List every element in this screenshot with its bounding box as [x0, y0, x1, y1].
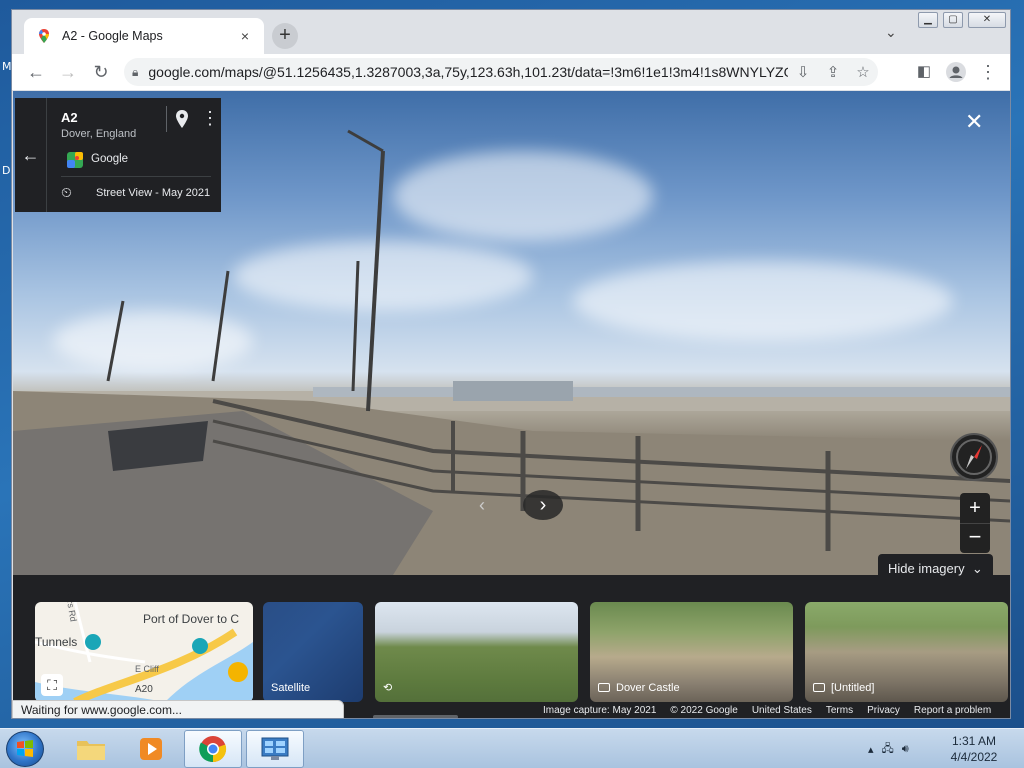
network-icon[interactable]: 🖧︎ — [882, 740, 894, 759]
tab-close-icon[interactable]: × — [236, 28, 254, 44]
divider — [61, 176, 211, 177]
copyright: © 2022 Google — [670, 705, 738, 716]
new-tab-button[interactable]: + — [272, 23, 298, 49]
street-view-info-card: ← A2 Dover, England ⋮ Google ⏲ Street Vi… — [15, 98, 221, 212]
show-hidden-icons-icon[interactable]: ▴ — [868, 743, 874, 756]
clock-time: 1:31 AM — [951, 734, 997, 748]
map-thumbnail[interactable]: Port of Dover to C Tunnels E Cliff A20 r… — [35, 602, 253, 702]
maps-footer: Image capture: May 2021 © 2022 Google Un… — [541, 702, 998, 718]
address-bar[interactable]: 🔒︎ google.com/maps/@51.1256435,1.3287003… — [124, 58, 878, 86]
compass-icon[interactable] — [950, 433, 998, 481]
clock-date: 4/4/2022 — [950, 750, 998, 764]
start-button[interactable] — [6, 731, 44, 767]
place-title: A2 — [61, 110, 78, 125]
forward-arrow-icon[interactable]: → — [54, 54, 82, 90]
map-label: Tunnels — [35, 635, 78, 649]
privacy-link[interactable]: Privacy — [867, 705, 900, 718]
reload-icon[interactable]: ↻ — [87, 54, 115, 90]
360-icon: ⟲ — [383, 682, 393, 694]
maximize-button[interactable]: ▢ — [943, 12, 963, 28]
photo-thumbnail-dover-castle[interactable]: Dover Castle — [590, 602, 793, 702]
system-tray: ▴ 🖧︎ 🔊︎ — [868, 729, 909, 768]
photo-label: Dover Castle — [616, 682, 680, 694]
side-panel-icon[interactable]: ◧ — [910, 54, 938, 90]
tab-title: A2 - Google Maps — [62, 29, 163, 43]
map-label: E Cliff — [135, 664, 159, 674]
history-clock-icon[interactable]: ⏲ — [61, 184, 72, 201]
hide-imagery-button[interactable]: Hide imagery ⌄ — [878, 554, 993, 584]
chevron-down-icon: ⌄ — [968, 561, 983, 576]
imagery-scrollbar[interactable] — [373, 715, 458, 718]
map-label: Port of Dover to C — [143, 612, 240, 626]
image-capture-date: Image capture: May 2021 — [543, 705, 657, 716]
camera-icon — [813, 683, 825, 692]
zoom-out-button[interactable]: − — [960, 523, 990, 553]
media-player-icon[interactable] — [122, 730, 180, 768]
install-app-icon[interactable]: ⇩ — [788, 63, 818, 81]
report-problem-link[interactable]: Report a problem — [914, 705, 991, 718]
bookmark-star-icon[interactable]: ☆ — [848, 63, 878, 81]
menu-kebab-icon[interactable]: ⋮ — [974, 54, 1002, 90]
back-arrow-icon[interactable]: ← — [15, 98, 47, 212]
photo-label: [Untitled] — [831, 682, 875, 694]
desktop-icon-label: D — [2, 164, 11, 177]
satellite-thumbnail[interactable]: Satellite — [263, 602, 363, 702]
control-panel-taskbar-button[interactable] — [246, 730, 304, 768]
close-window-button[interactable]: ✕ — [968, 12, 1006, 28]
url-text[interactable]: google.com/maps/@51.1256435,1.3287003,3a… — [148, 64, 788, 80]
previous-arrow-icon[interactable]: ‹ — [468, 491, 496, 519]
file-explorer-icon[interactable] — [62, 730, 120, 768]
maps-content: ← A2 Dover, England ⋮ Google ⏲ Street Vi… — [13, 91, 1010, 718]
location-pin-icon[interactable] — [175, 110, 189, 128]
chrome-icon — [199, 736, 227, 763]
street-view-thumbnail[interactable]: ⟲ — [375, 602, 578, 702]
divider — [166, 106, 167, 132]
tab-strip: A2 - Google Maps × + ⌄ ▁ ▢ ✕ — [12, 10, 1010, 54]
volume-icon[interactable]: 🔊︎ — [902, 743, 909, 756]
clock[interactable]: 1:31 AM 4/4/2022 — [946, 733, 1002, 765]
map-label: A20 — [135, 684, 153, 695]
satellite-label: Satellite — [271, 682, 311, 694]
control-panel-icon — [261, 737, 289, 760]
google-maps-favicon-icon — [39, 29, 49, 43]
more-options-icon[interactable]: ⋮ — [201, 108, 219, 129]
country-link[interactable]: United States — [752, 705, 812, 718]
zoom-in-button[interactable]: + — [960, 493, 990, 523]
photo-thumbnail-untitled[interactable]: [Untitled] — [805, 602, 1008, 702]
taskbar: ▴ 🖧︎ 🔊︎ 1:31 AM 4/4/2022 — [0, 728, 1024, 768]
browser-window: A2 - Google Maps × + ⌄ ▁ ▢ ✕ ← → ↻ 🔒︎ go… — [11, 9, 1011, 719]
minimize-button[interactable]: ▁ — [918, 12, 938, 28]
contributor-name[interactable]: Google — [91, 153, 128, 165]
profile-avatar-icon[interactable] — [942, 54, 970, 90]
status-bubble: Waiting for www.google.com... — [12, 700, 344, 718]
next-arrow-icon[interactable]: › — [523, 490, 563, 520]
place-subtitle: Dover, England — [61, 128, 137, 140]
close-street-view-icon[interactable]: ✕ — [965, 109, 983, 135]
lock-icon: 🔒︎ — [132, 64, 139, 79]
back-arrow-icon[interactable]: ← — [22, 54, 50, 90]
imagery-strip: Port of Dover to C Tunnels E Cliff A20 r… — [13, 584, 1010, 718]
hide-imagery-label: Hide imagery — [888, 561, 965, 576]
share-icon[interactable]: ⇪ — [818, 63, 848, 81]
terms-link[interactable]: Terms — [826, 705, 853, 718]
fullscreen-icon[interactable]: ⛶ — [41, 674, 63, 696]
street-view-date[interactable]: Street View - May 2021 — [96, 187, 210, 199]
google-contributor-icon — [67, 152, 83, 168]
chrome-taskbar-button[interactable] — [184, 730, 242, 768]
camera-icon — [598, 683, 610, 692]
tab-google-maps[interactable]: A2 - Google Maps × — [24, 18, 264, 54]
browser-toolbar: ← → ↻ 🔒︎ google.com/maps/@51.1256435,1.3… — [12, 54, 1010, 90]
tab-search-chevron-icon[interactable]: ⌄ — [885, 24, 897, 41]
